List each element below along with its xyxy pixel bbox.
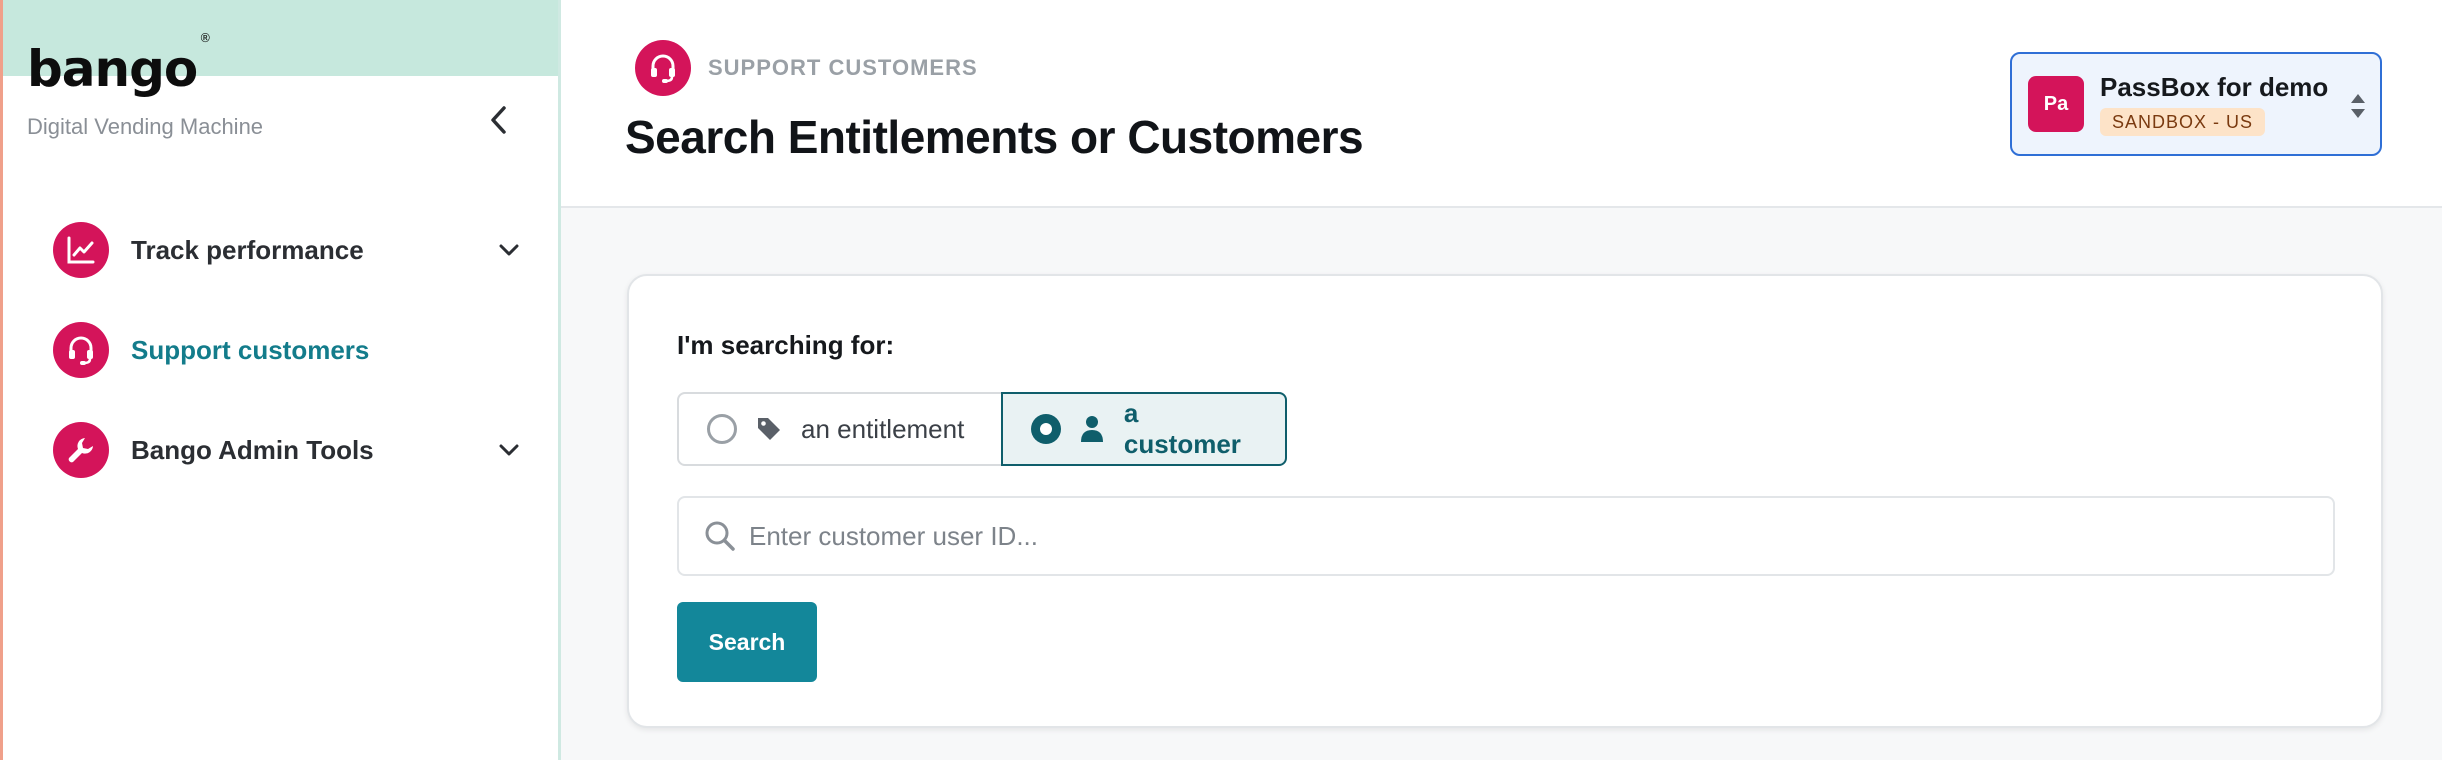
page-title: Search Entitlements or Customers — [625, 111, 1364, 163]
option-customer[interactable]: a customer — [1001, 392, 1287, 466]
sidebar-item-label: Track performance — [131, 234, 364, 265]
sidebar-item-support-customers[interactable]: Support customers — [53, 318, 523, 382]
chevron-left-icon — [491, 106, 506, 134]
search-card: I'm searching for: an entitlement a cust… — [627, 274, 2383, 728]
collapse-sidebar-button[interactable] — [483, 102, 515, 138]
logo-text: bango — [27, 40, 198, 98]
chevron-down-icon[interactable] — [495, 436, 523, 464]
account-switcher[interactable]: Pa PassBox for demo SANDBOX - US — [2010, 52, 2382, 156]
option-entitlement[interactable]: an entitlement — [677, 392, 1003, 466]
search-icon — [703, 519, 737, 553]
account-avatar: Pa — [2028, 76, 2084, 132]
customer-id-input[interactable] — [749, 506, 2333, 566]
option-customer-label: a customer — [1123, 398, 1241, 459]
search-type-toggle: an entitlement a customer — [677, 392, 1287, 466]
headset-icon — [635, 40, 691, 96]
search-field[interactable] — [677, 496, 2335, 576]
sidebar-item-track-performance[interactable]: Track performance — [53, 218, 523, 282]
registered-mark: ® — [199, 31, 211, 46]
breadcrumb: SUPPORT CUSTOMERS — [708, 55, 978, 80]
chart-line-icon — [53, 222, 109, 278]
headset-icon — [53, 322, 109, 378]
account-name: PassBox for demo — [2100, 72, 2329, 102]
sidebar-item-bango-admin-tools[interactable]: Bango Admin Tools — [53, 418, 523, 482]
option-entitlement-label: an entitlement — [801, 413, 965, 444]
environment-badge: SANDBOX - US — [2100, 108, 2266, 136]
search-button[interactable]: Search — [677, 602, 817, 682]
wrench-icon — [53, 422, 109, 478]
sidebar: bango® Digital Vending Machine Track per… — [0, 0, 561, 760]
sidebar-nav: Track performance Support customers Bang… — [53, 218, 523, 518]
radio-customer[interactable] — [1031, 414, 1061, 444]
main-content: SUPPORT CUSTOMERS Search Entitlements or… — [561, 0, 2442, 760]
tag-icon — [755, 415, 783, 443]
search-type-label: I'm searching for: — [677, 330, 895, 360]
sidebar-item-label: Support customers — [131, 334, 370, 365]
chevron-down-icon[interactable] — [495, 236, 523, 264]
bango-logo[interactable]: bango® — [27, 32, 211, 94]
page-header: SUPPORT CUSTOMERS Search Entitlements or… — [561, 0, 2442, 208]
user-icon — [1079, 415, 1106, 443]
sort-icon — [2351, 94, 2365, 118]
sidebar-item-label: Bango Admin Tools — [131, 434, 374, 465]
radio-entitlement[interactable] — [707, 414, 737, 444]
app-tagline: Digital Vending Machine — [27, 114, 264, 139]
